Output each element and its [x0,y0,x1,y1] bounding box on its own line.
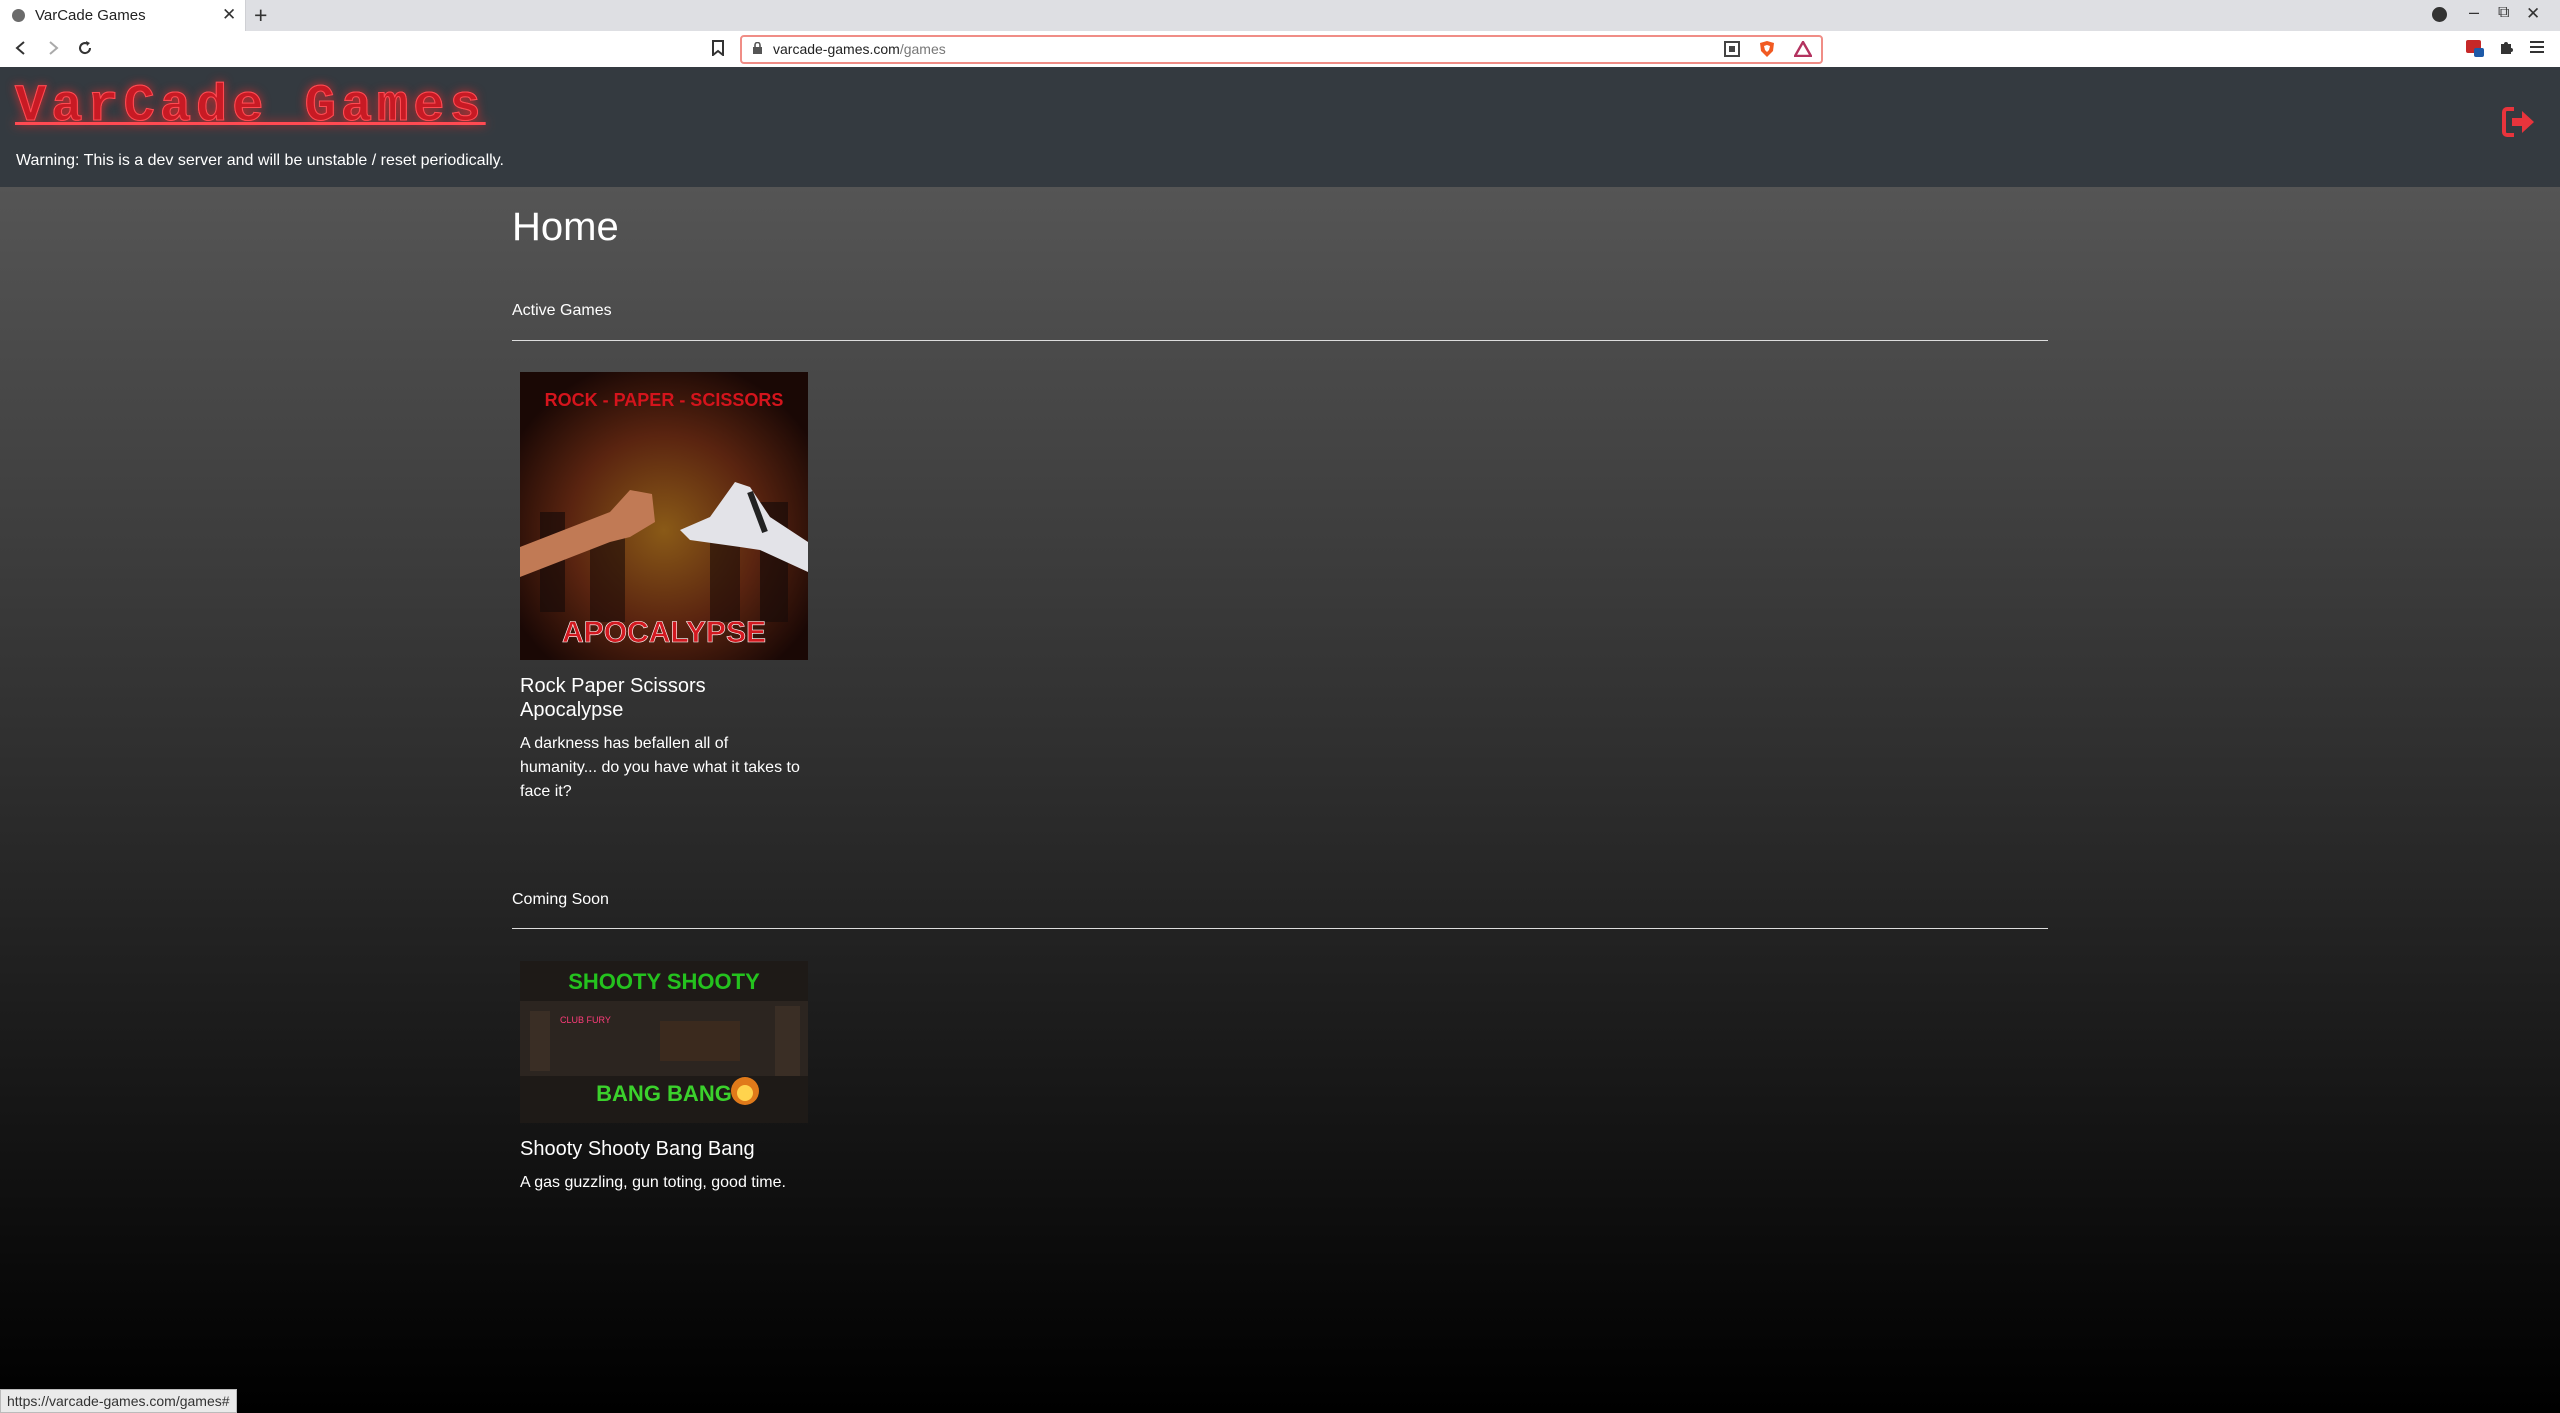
new-tab-button[interactable]: + [254,2,267,29]
reload-icon[interactable] [77,40,93,56]
minimize-button[interactable]: – [2469,2,2479,23]
globe-icon [12,9,25,22]
browser-tab[interactable]: VarCade Games ✕ [0,0,246,31]
game-title[interactable]: Rock Paper Scissors Apocalypse [520,674,808,722]
extension-badge-icon[interactable] [2465,38,2485,58]
browser-tabstrip: VarCade Games ✕ + – ⧉ ✕ [0,0,2560,31]
tab-title: VarCade Games [35,7,146,24]
game-card[interactable]: ROCK - PAPER - SCISSORS APOCALYPSE Rock … [520,372,808,872]
address-bar[interactable]: varcade-games.com/games [740,35,1823,64]
extensions-icon[interactable] [2498,39,2514,55]
url-text: varcade-games.com/games [773,41,946,57]
qr-code-icon[interactable] [1724,41,1740,57]
dev-warning: Warning: This is a dev server and will b… [16,152,504,169]
game-image[interactable]: ROCK - PAPER - SCISSORS APOCALYPSE [520,372,808,660]
cover-bottom-text: APOCALYPSE [562,616,766,649]
tab-search-icon[interactable] [2432,7,2447,22]
tab-close-button[interactable]: ✕ [222,5,236,25]
forward-icon[interactable] [46,41,60,55]
page-body: VarCade Games Warning: This is a dev ser… [0,67,2560,1413]
bookmark-icon[interactable] [712,40,724,56]
back-icon[interactable] [14,41,28,55]
game-image[interactable]: SHOOTY SHOOTY CLUB FURY BANG BANG [520,961,808,1123]
page-title: Home [512,205,619,249]
cover-bottom-text: BANG BANG [596,1081,732,1106]
lock-icon [753,42,762,54]
game-description: A gas guzzling, gun toting, good time. [520,1174,786,1191]
site-header: VarCade Games Warning: This is a dev ser… [0,67,2560,187]
brave-shield-icon[interactable] [1759,40,1775,58]
game-card[interactable]: SHOOTY SHOOTY CLUB FURY BANG BANG Shooty… [520,961,808,1211]
section-title-active: Active Games [512,302,612,319]
brave-rewards-icon[interactable] [1794,41,1812,57]
section-title-coming-soon: Coming Soon [512,891,609,908]
cover-top-text: ROCK - PAPER - SCISSORS [545,390,784,410]
status-bar-url: https://varcade-games.com/games# [0,1389,237,1413]
section-divider [512,340,2048,341]
game-description: A darkness has befallen all of humanity.… [520,735,800,800]
rps-apocalypse-cover: ROCK - PAPER - SCISSORS APOCALYPSE [520,372,808,660]
logout-icon[interactable] [2502,107,2536,137]
shooty-cover: SHOOTY SHOOTY CLUB FURY BANG BANG [520,961,808,1123]
site-logo[interactable]: VarCade Games [15,77,486,137]
window-close-button[interactable]: ✕ [2526,4,2540,24]
menu-icon[interactable] [2530,41,2544,53]
cover-top-text: SHOOTY SHOOTY [568,969,760,994]
cover-sign-text: CLUB FURY [560,1015,611,1025]
section-divider [512,928,2048,929]
browser-toolbar: varcade-games.com/games [0,31,2560,68]
game-title[interactable]: Shooty Shooty Bang Bang [520,1137,808,1161]
maximize-button[interactable]: ⧉ [2498,4,2509,22]
